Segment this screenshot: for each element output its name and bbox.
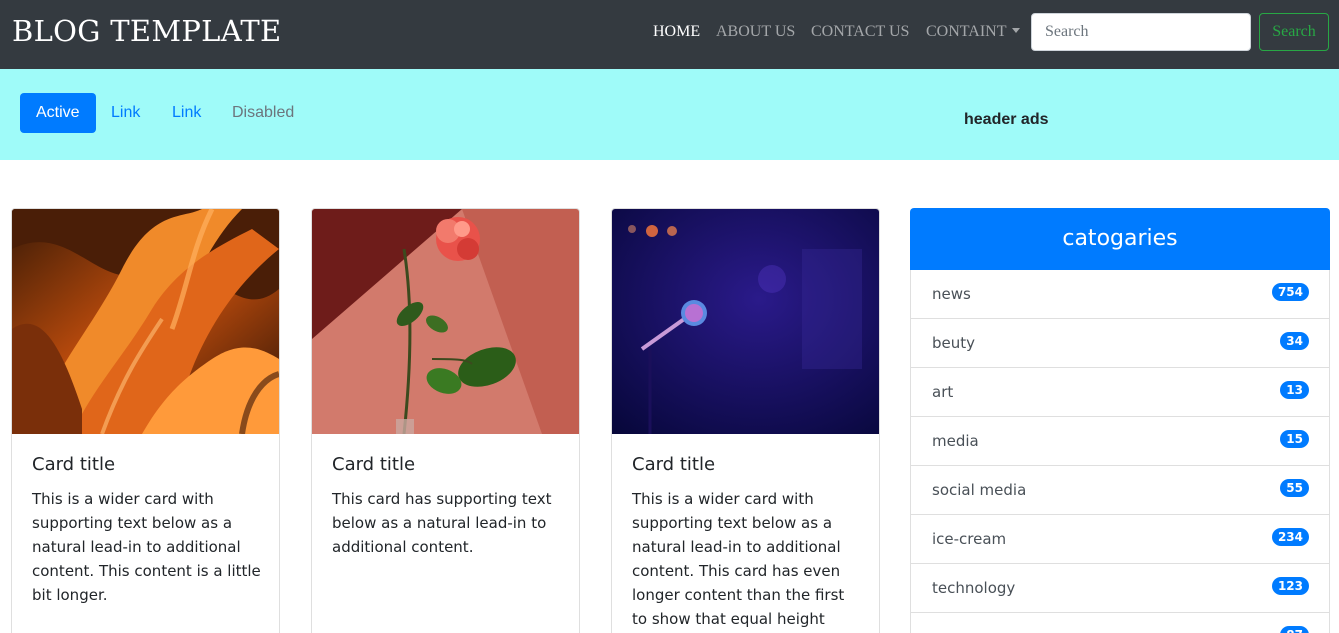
- nav-dropdown-label: CONTAINT: [926, 23, 1007, 40]
- search-button[interactable]: Search: [1259, 13, 1329, 51]
- card-2: Card title This card has supporting text…: [311, 208, 580, 633]
- card-text: This card has supporting text below as a…: [332, 490, 552, 556]
- category-label: technology: [932, 579, 1016, 597]
- count-badge: 34: [1280, 332, 1309, 350]
- pill-disabled: Disabled: [232, 104, 295, 121]
- microphone-image: [612, 209, 879, 434]
- category-label: news: [932, 285, 971, 303]
- rose-image: [312, 209, 579, 434]
- caret-down-icon: [1012, 27, 1021, 33]
- top-navbar: BLOG TEMPLATE HOME ABOUT US CONTACT US C…: [0, 0, 1339, 69]
- count-badge: 55: [1280, 479, 1309, 497]
- count-badge: 15: [1280, 430, 1309, 448]
- count-badge: 754: [1271, 283, 1309, 301]
- pill-active[interactable]: Active: [20, 93, 96, 133]
- category-label: social media: [932, 481, 1027, 499]
- card-text: This is a wider card with supporting tex…: [32, 490, 261, 604]
- category-label: beuty: [932, 334, 976, 352]
- nav-dropdown-containt[interactable]: CONTAINT: [926, 23, 1021, 41]
- category-label: art: [932, 383, 954, 401]
- card-title: Card title: [32, 454, 116, 475]
- brand-title[interactable]: BLOG TEMPLATE: [12, 14, 281, 48]
- count-badge: 234: [1271, 528, 1309, 546]
- card-body: Card title This is a wider card with sup…: [32, 454, 262, 607]
- card-3: Card title This is a wider card with sup…: [611, 208, 880, 633]
- count-badge: 13: [1280, 381, 1309, 399]
- card-text: This is a wider card with supporting tex…: [632, 490, 845, 628]
- category-item-media[interactable]: media 15: [910, 417, 1330, 466]
- category-item-ice-cream[interactable]: ice-cream 234: [910, 515, 1330, 564]
- card-1: Card title This is a wider card with sup…: [11, 208, 280, 633]
- subheader-bar: Active Link Link Disabled header ads: [0, 69, 1339, 160]
- search-input[interactable]: [1031, 13, 1251, 51]
- card-body: Card title This card has supporting text…: [332, 454, 562, 559]
- category-item-social-media[interactable]: social media 55: [910, 466, 1330, 515]
- nav-link-contact-us[interactable]: CONTACT US: [811, 23, 909, 41]
- count-badge: 123: [1271, 577, 1309, 595]
- category-item-news[interactable]: news 754: [910, 270, 1330, 319]
- card-body: Card title This is a wider card with sup…: [632, 454, 862, 633]
- category-label: ice-cream: [932, 530, 1007, 548]
- nav-link-about-us[interactable]: ABOUT US: [716, 23, 795, 41]
- card-title: Card title: [632, 454, 716, 475]
- header-ads-text: header ads: [964, 111, 1049, 128]
- count-badge: 87: [1280, 626, 1309, 633]
- category-item-art[interactable]: art 13: [910, 368, 1330, 417]
- category-item-partial[interactable]: 87: [910, 613, 1330, 633]
- canyon-image: [12, 209, 279, 434]
- pill-link-1[interactable]: Link: [95, 93, 156, 133]
- card-title: Card title: [332, 454, 416, 475]
- category-item-technology[interactable]: technology 123: [910, 564, 1330, 613]
- pill-link-2[interactable]: Link: [156, 93, 217, 133]
- categories-title: catogaries: [910, 208, 1330, 270]
- nav-link-home[interactable]: HOME: [653, 23, 700, 41]
- category-label: media: [932, 432, 979, 450]
- category-item-beuty[interactable]: beuty 34: [910, 319, 1330, 368]
- categories-panel: catogaries news 754 beuty 34 art 13 medi…: [910, 208, 1330, 633]
